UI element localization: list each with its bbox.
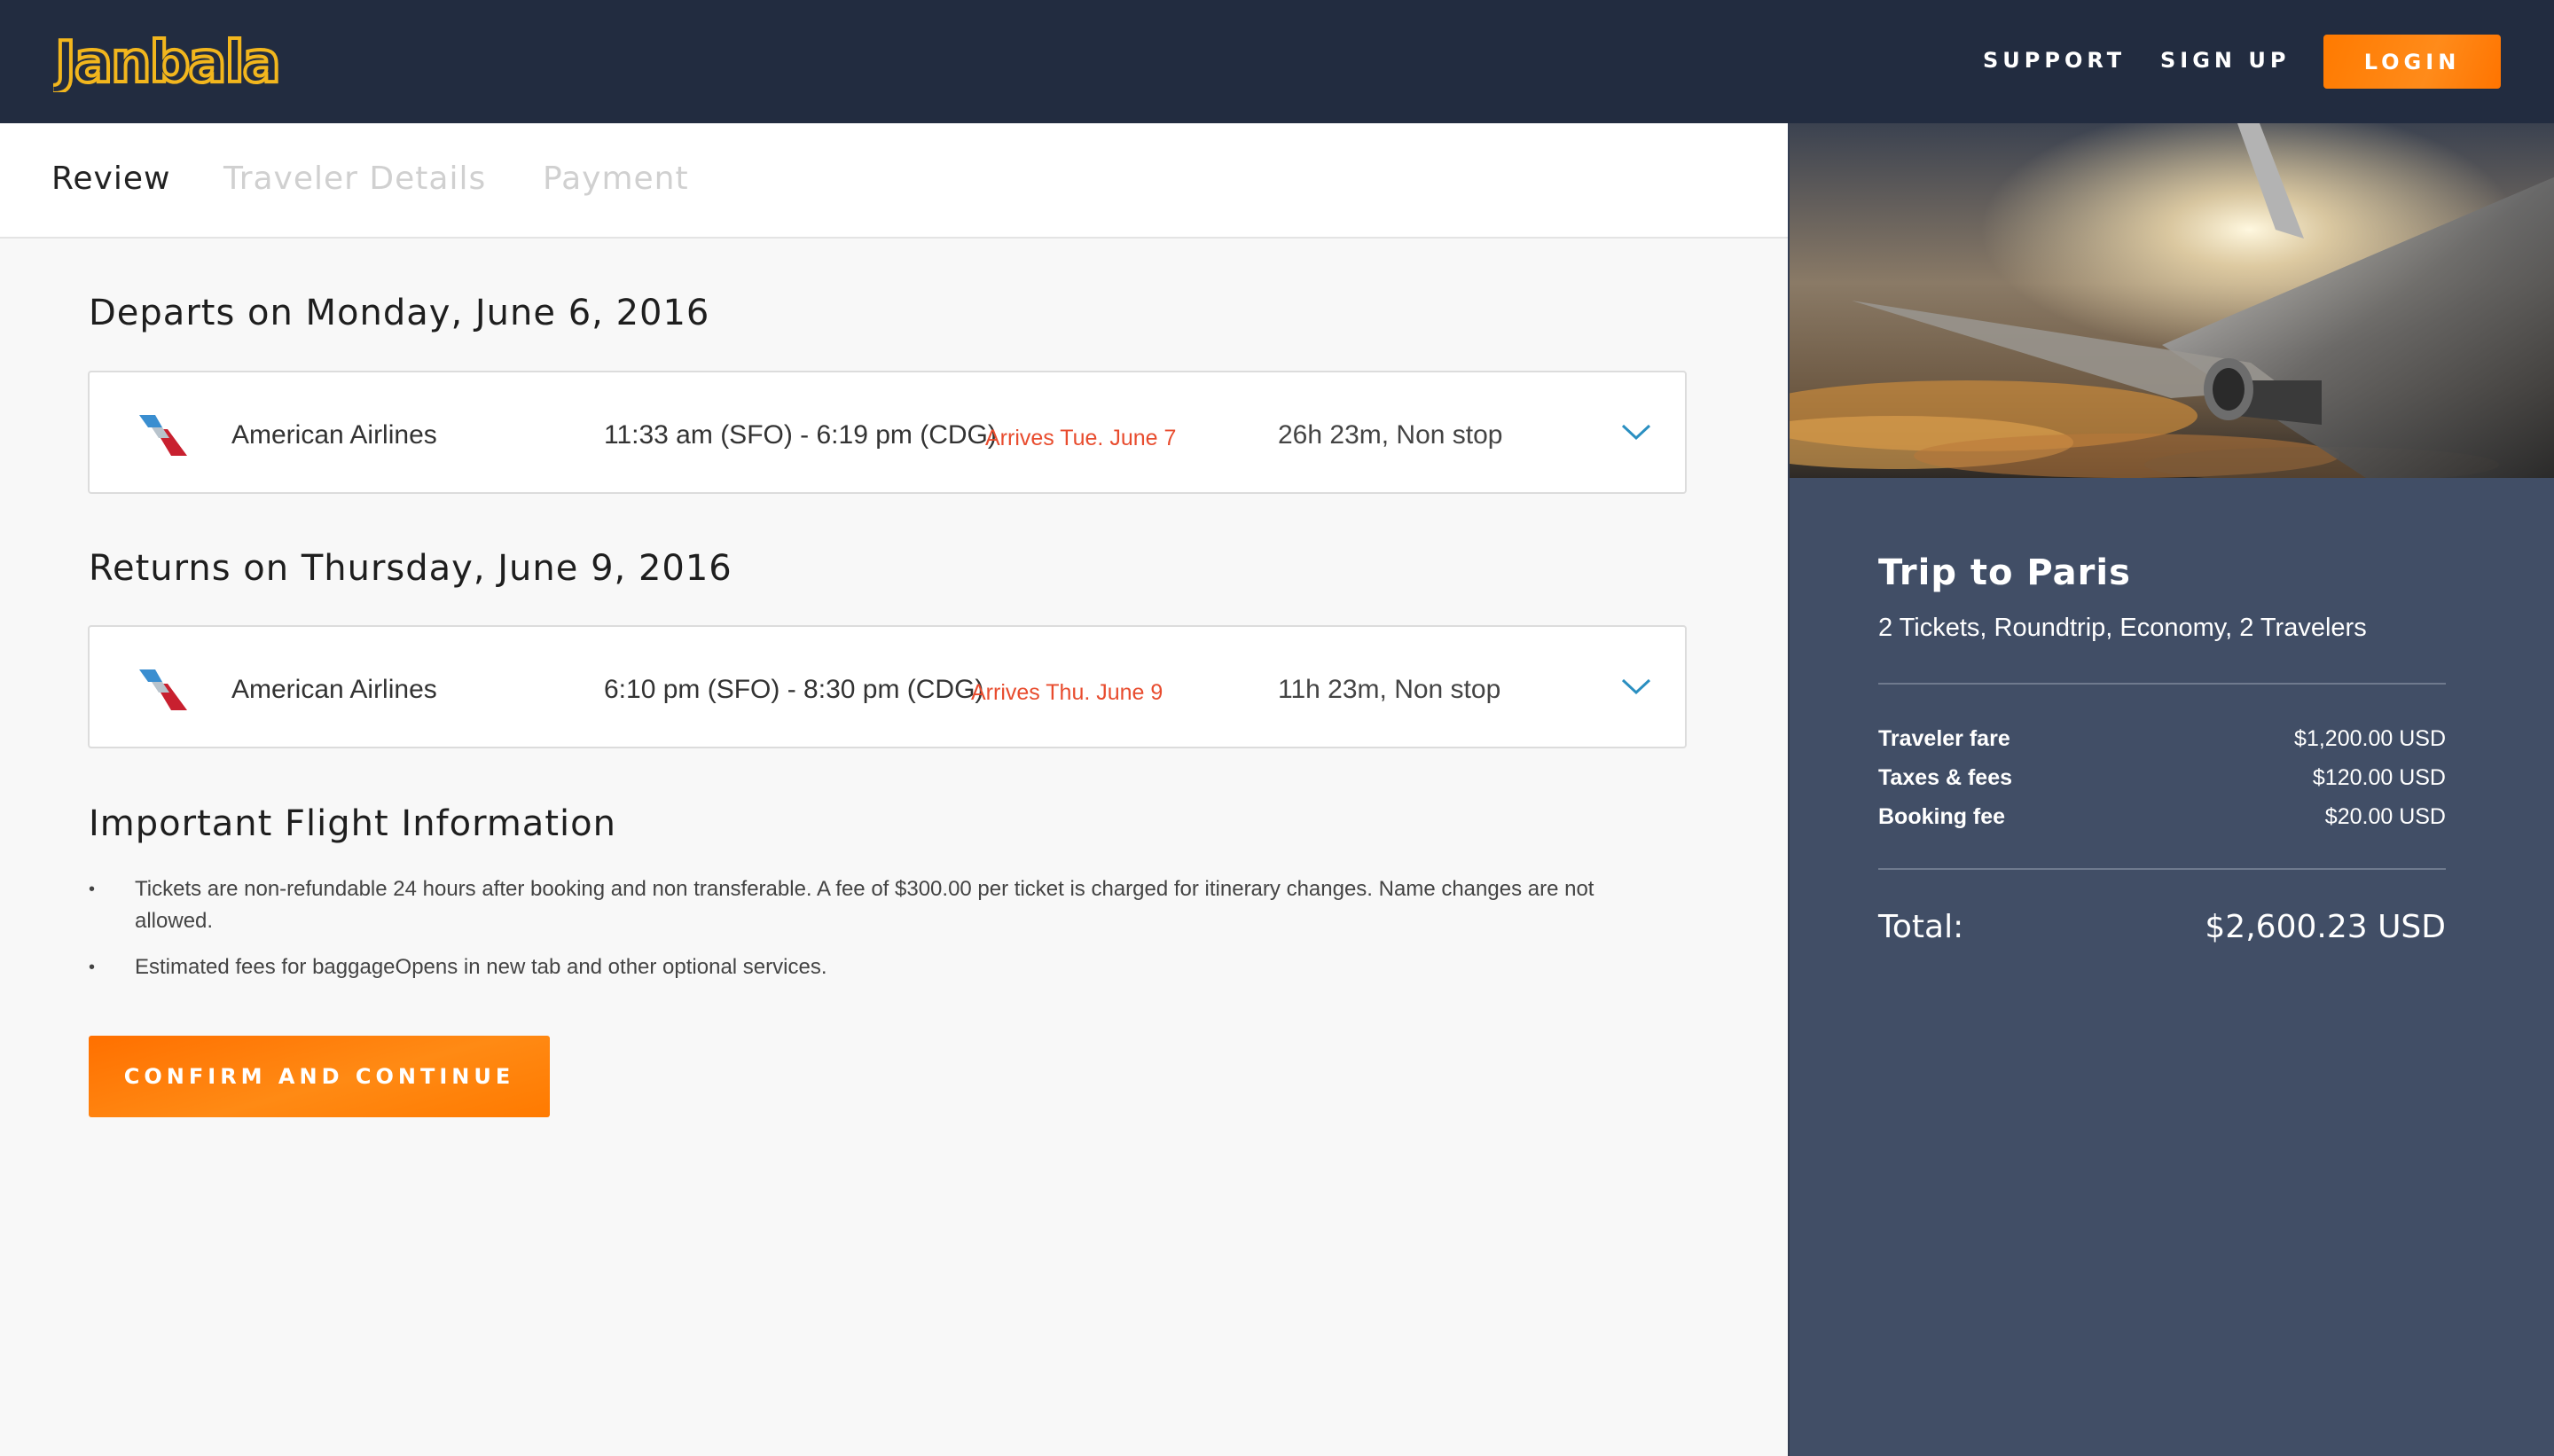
arrival-note: Arrives Tue. June 7 xyxy=(985,426,1177,450)
fare-row-booking-fee: Booking fee $20.00 USD xyxy=(1878,804,2446,830)
nav-support-link[interactable]: SUPPORT xyxy=(1983,48,2126,73)
nav-signup-link[interactable]: SIGN UP xyxy=(2160,48,2290,73)
return-flight-card[interactable]: American Airlines 6:10 pm (SFO) - 8:30 p… xyxy=(88,625,1687,748)
chevron-down-icon[interactable] xyxy=(1620,673,1652,700)
top-navbar: Janbala SUPPORT SIGN UP LOGIN xyxy=(0,0,2554,123)
total-label: Total: xyxy=(1878,909,1964,945)
trip-subtitle: 2 Tickets, Roundtrip, Economy, 2 Travele… xyxy=(1878,614,2367,642)
return-title: Returns on Thursday, June 9, 2016 xyxy=(89,548,733,589)
login-button[interactable]: LOGIN xyxy=(2323,35,2501,89)
info-item-refund-policy: Tickets are non-refundable 24 hours afte… xyxy=(89,873,1649,937)
airline-name: American Airlines xyxy=(231,675,437,704)
summary-divider xyxy=(1878,683,2446,685)
american-airlines-logo-icon xyxy=(139,669,187,710)
step-review[interactable]: Review xyxy=(51,160,170,197)
fare-label: Booking fee xyxy=(1878,804,2006,829)
total-row: Total: $2,600.23 USD xyxy=(1878,909,2446,945)
flight-duration: 11h 23m, Non stop xyxy=(1278,675,1501,704)
fare-value: $20.00 USD xyxy=(2324,804,2446,829)
brand-logo-text: Janbala xyxy=(53,30,279,92)
fare-label: Taxes & fees xyxy=(1878,765,2013,790)
fare-label: Traveler fare xyxy=(1878,726,2010,751)
fare-row-traveler-fare: Traveler fare $1,200.00 USD xyxy=(1878,726,2446,752)
fare-row-taxes-fees: Taxes & fees $120.00 USD xyxy=(1878,765,2446,791)
summary-divider xyxy=(1878,868,2446,870)
departure-title: Departs on Monday, June 6, 2016 xyxy=(89,293,710,333)
total-value: $2,600.23 USD xyxy=(2205,909,2446,945)
checkout-steps: Review Traveler Details Payment xyxy=(0,123,1788,239)
brand-logo[interactable]: Janbala xyxy=(53,30,359,92)
important-info-title: Important Flight Information xyxy=(89,803,616,844)
american-airlines-logo-icon xyxy=(139,415,187,456)
important-info-list: Tickets are non-refundable 24 hours afte… xyxy=(89,873,1649,998)
airplane-hero-image xyxy=(1790,123,2554,478)
airline-name: American Airlines xyxy=(231,420,437,450)
info-item-baggage-fees[interactable]: Estimated fees for baggageOpens in new t… xyxy=(89,951,1649,983)
trip-summary-panel: Trip to Paris 2 Tickets, Roundtrip, Econ… xyxy=(1788,123,2554,1456)
arrival-note: Arrives Thu. June 9 xyxy=(971,680,1163,705)
flight-times: 11:33 am (SFO) - 6:19 pm (CDG) xyxy=(604,420,997,450)
fare-value: $120.00 USD xyxy=(2312,765,2446,790)
flight-times: 6:10 pm (SFO) - 8:30 pm (CDG) xyxy=(604,675,984,704)
step-payment[interactable]: Payment xyxy=(543,160,689,197)
trip-title: Trip to Paris xyxy=(1878,552,2131,593)
departure-flight-card[interactable]: American Airlines 11:33 am (SFO) - 6:19 … xyxy=(88,371,1687,494)
confirm-and-continue-button[interactable]: CONFIRM AND CONTINUE xyxy=(89,1036,550,1117)
flight-duration: 26h 23m, Non stop xyxy=(1278,420,1503,450)
step-traveler-details[interactable]: Traveler Details xyxy=(223,160,486,197)
fare-value: $1,200.00 USD xyxy=(2294,726,2446,751)
chevron-down-icon[interactable] xyxy=(1620,419,1652,445)
